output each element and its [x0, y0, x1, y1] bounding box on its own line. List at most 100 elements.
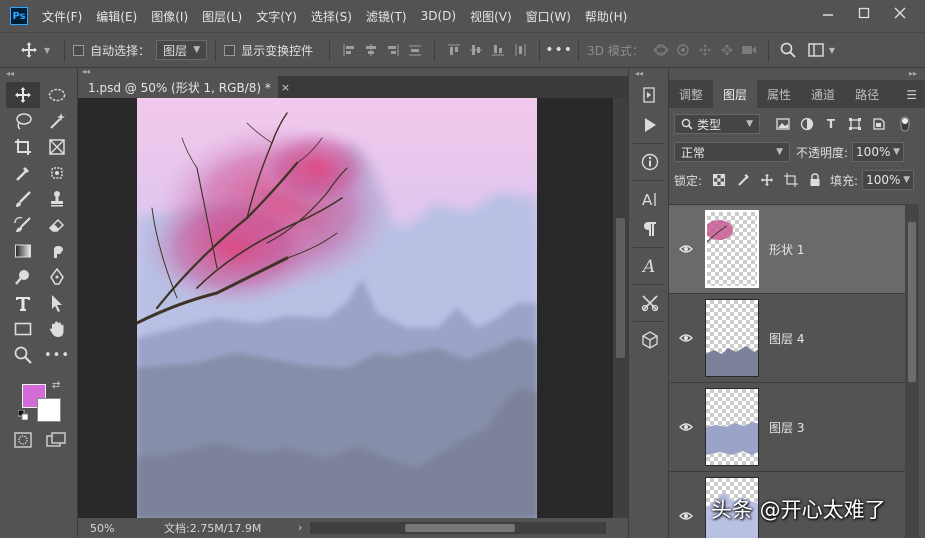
auto-select-checkbox[interactable] — [73, 44, 85, 56]
collapse-strip-icon[interactable]: ◂◂ — [629, 68, 668, 80]
layer-list-scrollbar[interactable] — [905, 204, 919, 538]
menu-3d[interactable]: 3D(D) — [421, 9, 456, 23]
gradient-icon[interactable] — [6, 238, 40, 264]
document-canvas[interactable] — [137, 98, 537, 518]
default-colors-icon[interactable] — [18, 410, 28, 420]
eyedropper-icon[interactable] — [6, 160, 40, 186]
menu-file[interactable]: 文件(F) — [42, 8, 82, 25]
scroll-thumb[interactable] — [908, 222, 916, 382]
tab-channels[interactable]: 通道 — [801, 80, 845, 108]
filter-adjustment-icon[interactable] — [798, 115, 816, 133]
chevron-down-icon[interactable]: ▼ — [903, 175, 910, 185]
lock-all-icon[interactable] — [806, 171, 824, 189]
align-hcenter-icon[interactable] — [360, 39, 382, 61]
canvas-viewport[interactable] — [78, 98, 613, 518]
paragraph-panel-icon[interactable] — [629, 214, 670, 244]
canvas-vertical-scrollbar[interactable] — [613, 98, 628, 518]
layer-filter-dropdown[interactable]: 类型 ▼ — [674, 114, 760, 134]
align-right-icon[interactable] — [382, 39, 404, 61]
collapse-toolbar-icon[interactable]: ◂◂ — [0, 68, 77, 80]
glyphs-panel-icon[interactable]: A — [629, 251, 670, 281]
show-transform-checkbox[interactable] — [224, 44, 236, 56]
3d-orbit-icon[interactable] — [650, 39, 672, 61]
lock-image-pixels-icon[interactable] — [734, 171, 752, 189]
menu-type[interactable]: 文字(Y) — [256, 8, 297, 25]
actions-play-icon[interactable] — [629, 110, 670, 140]
menu-layer[interactable]: 图层(L) — [202, 8, 242, 25]
history-icon[interactable] — [629, 80, 670, 110]
layer-row[interactable]: 形状 1 — [669, 205, 905, 294]
menu-image[interactable]: 图像(I) — [151, 8, 188, 25]
tab-layers[interactable]: 图层 — [713, 80, 758, 108]
menu-help[interactable]: 帮助(H) — [585, 8, 627, 25]
scroll-thumb[interactable] — [405, 524, 515, 532]
workspace-icon[interactable] — [805, 39, 827, 61]
zoom-tool-icon[interactable] — [6, 342, 40, 368]
search-icon[interactable] — [777, 39, 799, 61]
status-menu-arrow-icon[interactable]: › — [298, 521, 302, 534]
chevron-down-icon[interactable]: ▼ — [893, 147, 900, 157]
scroll-thumb[interactable] — [616, 218, 625, 358]
character-panel-icon[interactable]: A — [629, 184, 670, 214]
3d-pan-icon[interactable] — [694, 39, 716, 61]
align-top-icon[interactable] — [443, 39, 465, 61]
3d-roll-icon[interactable] — [672, 39, 694, 61]
visibility-eye-icon[interactable] — [669, 244, 703, 254]
auto-select-target-dropdown[interactable]: 图层 ▼ — [156, 40, 208, 60]
fill-input[interactable]: 100% ▼ — [862, 170, 915, 190]
clone-stamp-icon[interactable] — [40, 186, 74, 212]
lock-position-icon[interactable] — [758, 171, 776, 189]
visibility-eye-icon[interactable] — [669, 333, 703, 343]
close-window-icon[interactable] — [885, 4, 915, 22]
align-vcenter-icon[interactable] — [465, 39, 487, 61]
blend-mode-dropdown[interactable]: 正常 ▼ — [674, 142, 790, 162]
spot-healing-icon[interactable] — [40, 160, 74, 186]
menu-select[interactable]: 选择(S) — [311, 8, 352, 25]
move-tool-icon[interactable] — [6, 82, 40, 108]
maximize-icon[interactable] — [849, 4, 879, 22]
magic-wand-icon[interactable] — [40, 108, 74, 134]
preset-caret-icon[interactable]: ▼ — [44, 46, 50, 55]
filter-pixel-icon[interactable] — [774, 115, 792, 133]
info-icon[interactable] — [629, 147, 670, 177]
smudge-icon[interactable] — [40, 238, 74, 264]
filter-smart-object-icon[interactable] — [870, 115, 888, 133]
zoom-level[interactable]: 50% — [90, 522, 160, 535]
layer-row[interactable]: 图层 3 — [669, 383, 905, 472]
canvas-horizontal-scrollbar[interactable] — [310, 522, 606, 534]
more-options-icon[interactable]: ••• — [545, 39, 572, 61]
rectangle-tool-icon[interactable] — [6, 316, 40, 342]
history-brush-icon[interactable] — [6, 212, 40, 238]
collapse-panels-icon[interactable]: ◂◂ — [78, 68, 628, 76]
layer-row[interactable]: 图层 4 — [669, 294, 905, 383]
tab-adjustments[interactable]: 调整 — [669, 80, 713, 108]
workspace-caret-icon[interactable]: ▼ — [829, 46, 835, 55]
menu-edit[interactable]: 编辑(E) — [96, 8, 137, 25]
type-tool-icon[interactable] — [6, 290, 40, 316]
hand-tool-icon[interactable] — [40, 316, 74, 342]
tab-properties[interactable]: 属性 — [757, 80, 801, 108]
tab-paths[interactable]: 路径 — [845, 80, 889, 108]
visibility-eye-icon[interactable] — [669, 511, 703, 521]
edit-toolbar-icon[interactable]: ••• — [40, 342, 74, 368]
elliptical-marquee-icon[interactable] — [40, 82, 74, 108]
lock-transparent-icon[interactable] — [710, 171, 728, 189]
3d-scale-camera-icon[interactable] — [738, 39, 760, 61]
brush-icon[interactable] — [6, 186, 40, 212]
menu-filter[interactable]: 滤镜(T) — [366, 8, 407, 25]
panel-menu-icon[interactable]: ☰ — [906, 88, 917, 102]
path-selection-icon[interactable] — [40, 290, 74, 316]
minimize-icon[interactable] — [813, 4, 843, 22]
align-left-icon[interactable] — [338, 39, 360, 61]
swap-colors-icon[interactable]: ⇄ — [52, 380, 60, 391]
menu-window[interactable]: 窗口(W) — [526, 8, 571, 25]
close-tab-icon[interactable]: × — [281, 81, 290, 94]
visibility-eye-icon[interactable] — [669, 422, 703, 432]
background-color-swatch[interactable] — [37, 398, 61, 422]
dodge-icon[interactable] — [6, 264, 40, 290]
filter-toggle-icon[interactable] — [896, 115, 914, 133]
align-bottom-icon[interactable] — [487, 39, 509, 61]
filter-shape-icon[interactable] — [846, 115, 864, 133]
document-tab[interactable]: 1.psd @ 50% (形状 1, RGB/8) * × — [78, 76, 290, 98]
crop-icon[interactable] — [6, 134, 40, 160]
